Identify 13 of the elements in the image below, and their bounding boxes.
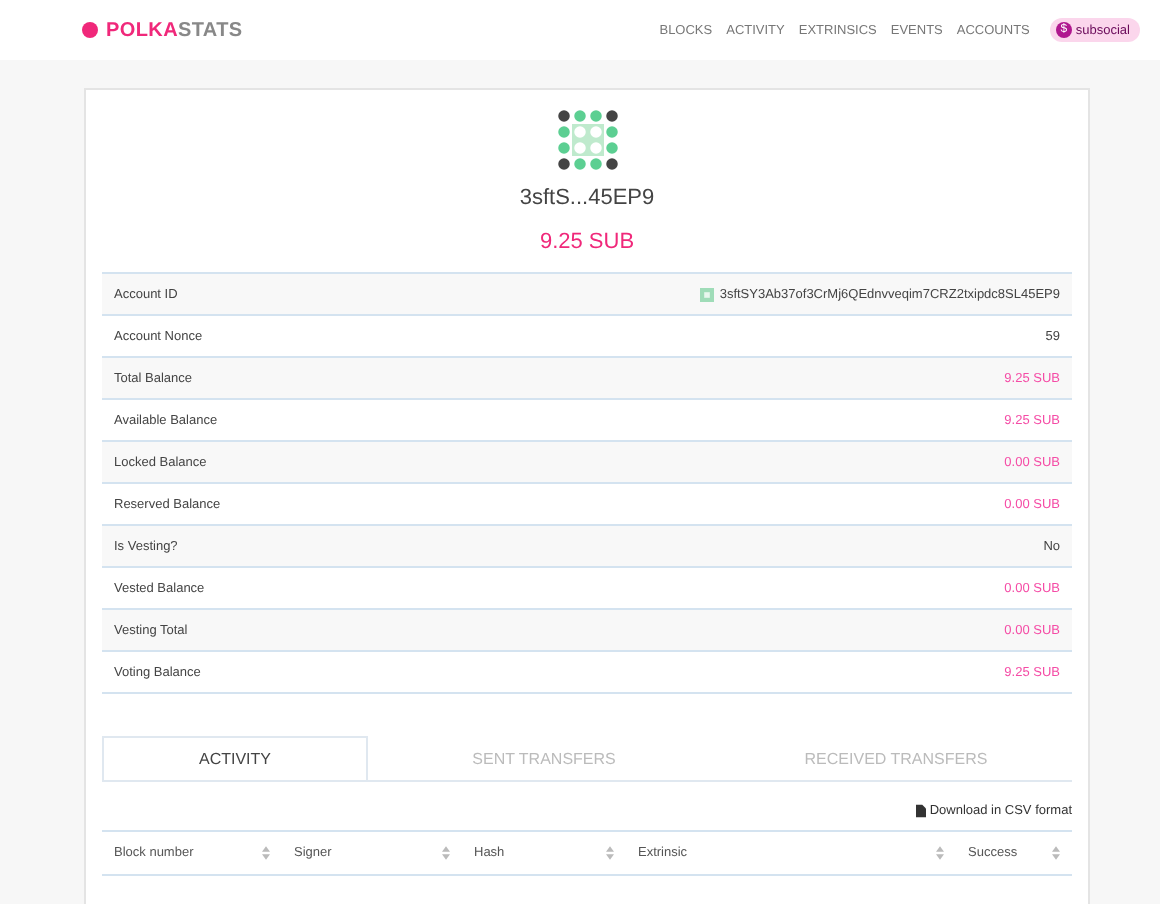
sort-icon [262,846,270,860]
sort-icon [442,846,450,860]
sort-icon [606,846,614,860]
file-icon [915,804,926,818]
sort-icon [1052,846,1060,860]
sort-icon [936,846,944,860]
identicon-icon [699,287,714,301]
account-balance: 9.25 SUB [539,230,635,254]
identicon-icon [555,108,619,172]
account-address: 3sftS...45EP9 [519,186,655,210]
logo[interactable]: POLKASTATS [106,19,243,41]
tab[interactable]: ACTIVITY [102,736,368,780]
logo-dot-icon [82,22,98,38]
